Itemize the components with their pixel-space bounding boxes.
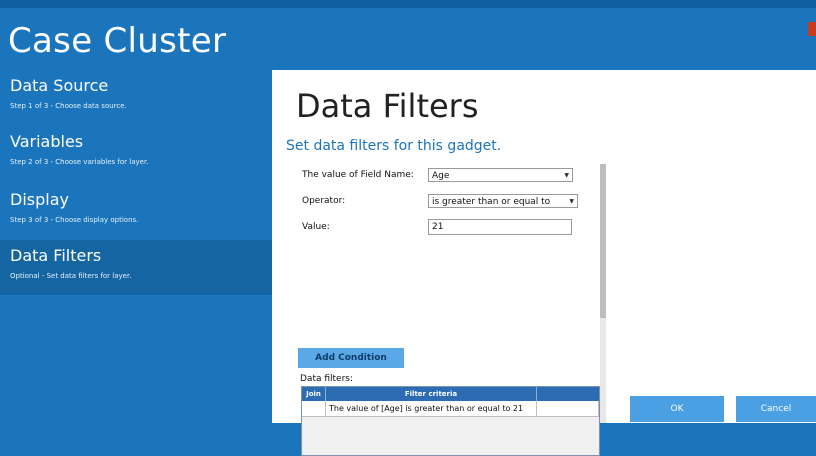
field-name-value: Age (432, 171, 450, 181)
page-title: Data Filters (296, 87, 479, 125)
chevron-down-icon: ▼ (569, 198, 574, 205)
field-name-label: The value of Field Name: (302, 170, 414, 180)
column-header-filter-criteria: Filter criteria (326, 387, 537, 401)
sidebar-item-title: Variables (10, 132, 84, 151)
sidebar-item-title: Data Filters (10, 246, 102, 265)
main-panel: Data Filters Set data filters for this g… (272, 70, 816, 456)
close-icon[interactable] (808, 22, 816, 36)
chevron-down-icon: ▼ (564, 172, 569, 179)
app-title: Case Cluster (8, 21, 227, 61)
sidebar-item-desc: Step 1 of 3 - Choose data source. (10, 102, 127, 110)
field-name-select[interactable]: Age ▼ (428, 168, 573, 182)
sidebar-item-title: Data Source (10, 76, 109, 95)
sidebar-item-desc: Step 3 of 3 - Choose display options. (10, 216, 139, 224)
sidebar-item-desc: Step 2 of 3 - Choose variables for layer… (10, 158, 149, 166)
page-subtitle: Set data filters for this gadget. (286, 138, 502, 154)
table-row[interactable]: The value of [Age] is greater than or eq… (302, 401, 599, 417)
add-condition-button[interactable]: Add Condition (298, 348, 404, 368)
sidebar-item-desc: Optional - Set data filters for layer. (10, 272, 132, 280)
window-top-bar (0, 0, 816, 8)
sidebar-item-data-filters[interactable]: Data Filters Optional - Set data filters… (0, 240, 272, 295)
value-input[interactable]: 21 (428, 219, 572, 235)
filter-form: The value of Field Name: Age ▼ Operator:… (298, 164, 606, 456)
table-cell-extra (537, 401, 599, 417)
column-header-extra (537, 387, 599, 401)
cancel-button[interactable]: Cancel (736, 396, 816, 422)
column-header-join: Join (302, 387, 326, 401)
operator-select[interactable]: is greater than or equal to ▼ (428, 194, 578, 208)
table-cell-join (302, 401, 326, 417)
sidebar-item-display[interactable]: Display Step 3 of 3 - Choose display opt… (0, 184, 272, 236)
sidebar-item-variables[interactable]: Variables Step 2 of 3 - Choose variables… (0, 126, 272, 178)
scrollbar-thumb[interactable] (600, 164, 606, 318)
data-filters-label: Data filters: (300, 374, 354, 384)
operator-label: Operator: (302, 196, 346, 206)
table-cell-criteria: The value of [Age] is greater than or eq… (326, 401, 537, 417)
operator-value: is greater than or equal to (432, 197, 551, 207)
sidebar-item-data-source[interactable]: Data Source Step 1 of 3 - Choose data so… (0, 70, 272, 122)
wizard-sidebar: Data Source Step 1 of 3 - Choose data so… (0, 70, 272, 423)
sidebar-item-title: Display (10, 190, 69, 209)
value-label: Value: (302, 222, 330, 232)
filters-table: Join Filter criteria The value of [Age] … (301, 386, 600, 456)
ok-button[interactable]: OK (630, 396, 724, 422)
table-header: Join Filter criteria (302, 387, 599, 401)
